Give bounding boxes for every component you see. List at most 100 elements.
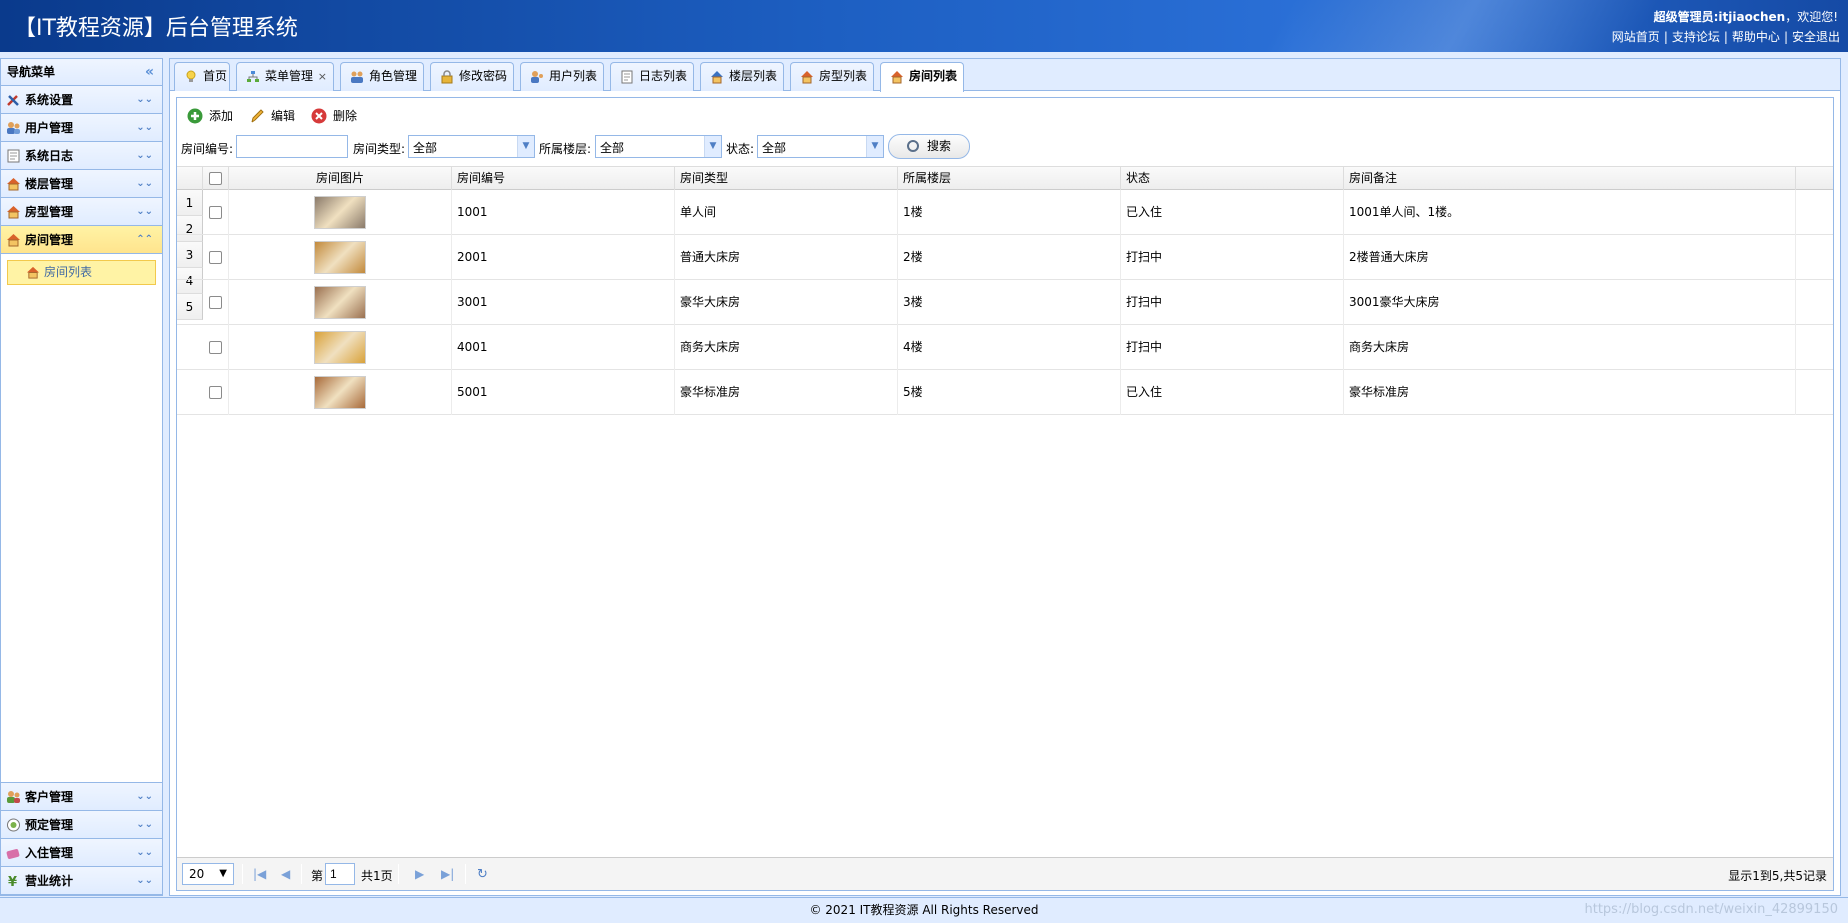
close-icon[interactable]: × — [498, 63, 507, 90]
search-bar: 房间编号: 房间类型: 全部 ▼ 所属楼层: 全部 ▼ 状态: 全部 ▼ 搜索 — [177, 131, 1833, 164]
row-checkbox[interactable] — [209, 206, 222, 219]
tab-role-management[interactable]: 角色管理 × — [340, 62, 424, 91]
menu-label: 房型管理 — [25, 205, 74, 219]
row-checkbox-cell — [203, 370, 229, 415]
footer: © 2021 IT教程资源 All Rights Reserved https:… — [0, 897, 1848, 923]
link-help[interactable]: 帮助中心 — [1732, 30, 1780, 44]
house-icon — [891, 71, 903, 84]
tab-menu-management[interactable]: 菜单管理 × — [236, 62, 334, 91]
tab-roomtype-list[interactable]: 房型列表 × — [790, 62, 874, 91]
app-title: 【IT教程资源】后台管理系统 — [14, 16, 298, 41]
tab-log-list[interactable]: 日志列表 × — [610, 62, 694, 91]
status-cell: 打扫中 — [1121, 280, 1344, 325]
row-checkbox[interactable] — [209, 296, 222, 309]
floor-value: 全部 — [600, 141, 625, 155]
toolbar: 添加 编辑 删除 — [177, 98, 1833, 131]
menu-system-settings[interactable]: 系统设置 ⌄⌄ — [1, 86, 162, 114]
menu-checkin-management[interactable]: 入住管理 ⌄⌄ — [1, 839, 162, 867]
sidebar-item-room-list[interactable]: 房间列表 — [7, 260, 156, 285]
page-number-input[interactable] — [325, 863, 355, 885]
tab-floor-list[interactable]: 楼层列表 × — [700, 62, 784, 91]
edit-button[interactable]: 编辑 — [249, 107, 295, 125]
floor-cell: 5楼 — [898, 370, 1121, 415]
menu-user-management[interactable]: 用户管理 ⌄⌄ — [1, 114, 162, 142]
refresh-icon[interactable]: ↻ — [477, 867, 488, 882]
row-checkbox-cell — [203, 280, 229, 325]
row-checkbox[interactable] — [209, 386, 222, 399]
menu-revenue-statistics[interactable]: ¥ 营业统计 ⌄⌄ — [1, 867, 162, 895]
close-icon[interactable]: × — [588, 63, 597, 90]
room-list-panel: 添加 编辑 删除 房间编号: 房间类型: 全部 ▼ 所属楼层: 全部 ▼ 状态:… — [176, 97, 1834, 891]
close-icon[interactable]: × — [318, 63, 327, 90]
house-icon — [801, 71, 813, 84]
status-cell: 已入住 — [1121, 190, 1344, 235]
tab-user-list[interactable]: 用户列表 × — [520, 62, 604, 91]
table-row[interactable]: 3001 豪华大床房 3楼 打扫中 3001豪华大床房 — [177, 280, 1833, 325]
search-icon — [907, 140, 919, 152]
status-value: 全部 — [762, 141, 787, 155]
link-forum[interactable]: 支持论坛 — [1672, 30, 1720, 44]
room-type-cell: 普通大床房 — [675, 235, 898, 280]
link-logout[interactable]: 安全退出 — [1792, 30, 1840, 44]
room-type-cell: 单人间 — [675, 190, 898, 235]
link-site-home[interactable]: 网站首页 — [1612, 30, 1660, 44]
table-row[interactable]: 2001 普通大床房 2楼 打扫中 2楼普通大床房 — [177, 235, 1833, 280]
chevron-down-icon: ⌄⌄ — [136, 206, 153, 217]
add-button[interactable]: 添加 — [187, 107, 233, 125]
search-button[interactable]: 搜索 — [888, 134, 971, 159]
lock-icon — [441, 70, 453, 84]
tab-room-list[interactable]: 房间列表 × — [880, 62, 964, 92]
col-header-remark: 房间备注 — [1344, 167, 1796, 190]
menu-roomtype-management[interactable]: 房型管理 ⌄⌄ — [1, 198, 162, 226]
floor-cell: 3楼 — [898, 280, 1121, 325]
menu-system-log[interactable]: 系统日志 ⌄⌄ — [1, 142, 162, 170]
status-select[interactable]: 全部 ▼ — [757, 135, 884, 158]
watermark-text: https://blog.csdn.net/weixin_42899150 — [1584, 902, 1838, 917]
room-no-cell: 5001 — [452, 370, 675, 415]
select-all-checkbox[interactable] — [209, 172, 222, 185]
table-row[interactable]: 1001 单人间 1楼 已入住 1001单人间、1楼。 — [177, 190, 1833, 235]
document-icon — [621, 70, 633, 84]
menu-customer-management[interactable]: 客户管理 ⌄⌄ — [1, 783, 162, 811]
prev-page-icon[interactable]: ◀ — [281, 867, 290, 881]
close-icon[interactable]: × — [678, 63, 687, 90]
menu-label: 房间管理 — [25, 233, 74, 247]
tab-home[interactable]: 首页 — [174, 62, 230, 91]
room-no-label: 房间编号: — [181, 142, 234, 156]
header-links: 网站首页 | 支持论坛 | 帮助中心 | 安全退出 — [1611, 30, 1840, 44]
close-icon[interactable]: × — [408, 63, 417, 90]
close-icon[interactable]: × — [768, 63, 777, 90]
menu-room-management[interactable]: 房间管理 ⌃⌃ — [1, 226, 162, 254]
close-icon[interactable]: × — [858, 63, 867, 90]
first-page-icon[interactable]: |◀ — [253, 867, 266, 881]
last-page-icon[interactable]: ▶| — [441, 867, 454, 881]
chevron-down-icon: ⌄⌄ — [136, 122, 153, 133]
page-size-select[interactable]: 20 ▼ — [182, 863, 234, 885]
chevron-up-icon: ⌃⌃ — [136, 234, 153, 245]
copyright-text: © 2021 IT教程资源 All Rights Reserved — [809, 903, 1039, 917]
table-row[interactable]: 5001 豪华标准房 5楼 已入住 豪华标准房 — [177, 370, 1833, 415]
svg-text:¥: ¥ — [8, 875, 17, 888]
row-checkbox[interactable] — [209, 251, 222, 264]
menu-floor-management[interactable]: 楼层管理 ⌄⌄ — [1, 170, 162, 198]
menu-label: 预定管理 — [25, 818, 74, 832]
row-checkbox[interactable] — [209, 341, 222, 354]
next-page-icon[interactable]: ▶ — [415, 867, 424, 881]
delete-button[interactable]: 删除 — [311, 107, 357, 125]
room-no-input[interactable] — [236, 135, 348, 158]
table-row[interactable]: 4001 商务大床房 4楼 打扫中 商务大床房 — [177, 325, 1833, 370]
tab-change-password[interactable]: 修改密码 × — [430, 62, 514, 91]
main-panel: 首页 菜单管理 × 角色管理 × 修改密码 × 用户列表 × 日志列表 × 楼层列表 × — [169, 58, 1841, 896]
room-no-cell: 2001 — [452, 235, 675, 280]
collapse-sidebar-icon[interactable]: « — [145, 59, 154, 86]
sidebar-item-label: 房间列表 — [44, 265, 93, 279]
close-icon[interactable]: × — [948, 63, 957, 90]
edit-label: 编辑 — [271, 109, 296, 123]
house-icon — [7, 206, 20, 219]
floor-label: 所属楼层: — [539, 142, 592, 156]
menu-reservation-management[interactable]: 预定管理 ⌄⌄ — [1, 811, 162, 839]
room-no-cell: 1001 — [452, 190, 675, 235]
room-type-select[interactable]: 全部 ▼ — [408, 135, 535, 158]
remark-cell: 3001豪华大床房 — [1344, 280, 1796, 325]
floor-select[interactable]: 全部 ▼ — [595, 135, 722, 158]
